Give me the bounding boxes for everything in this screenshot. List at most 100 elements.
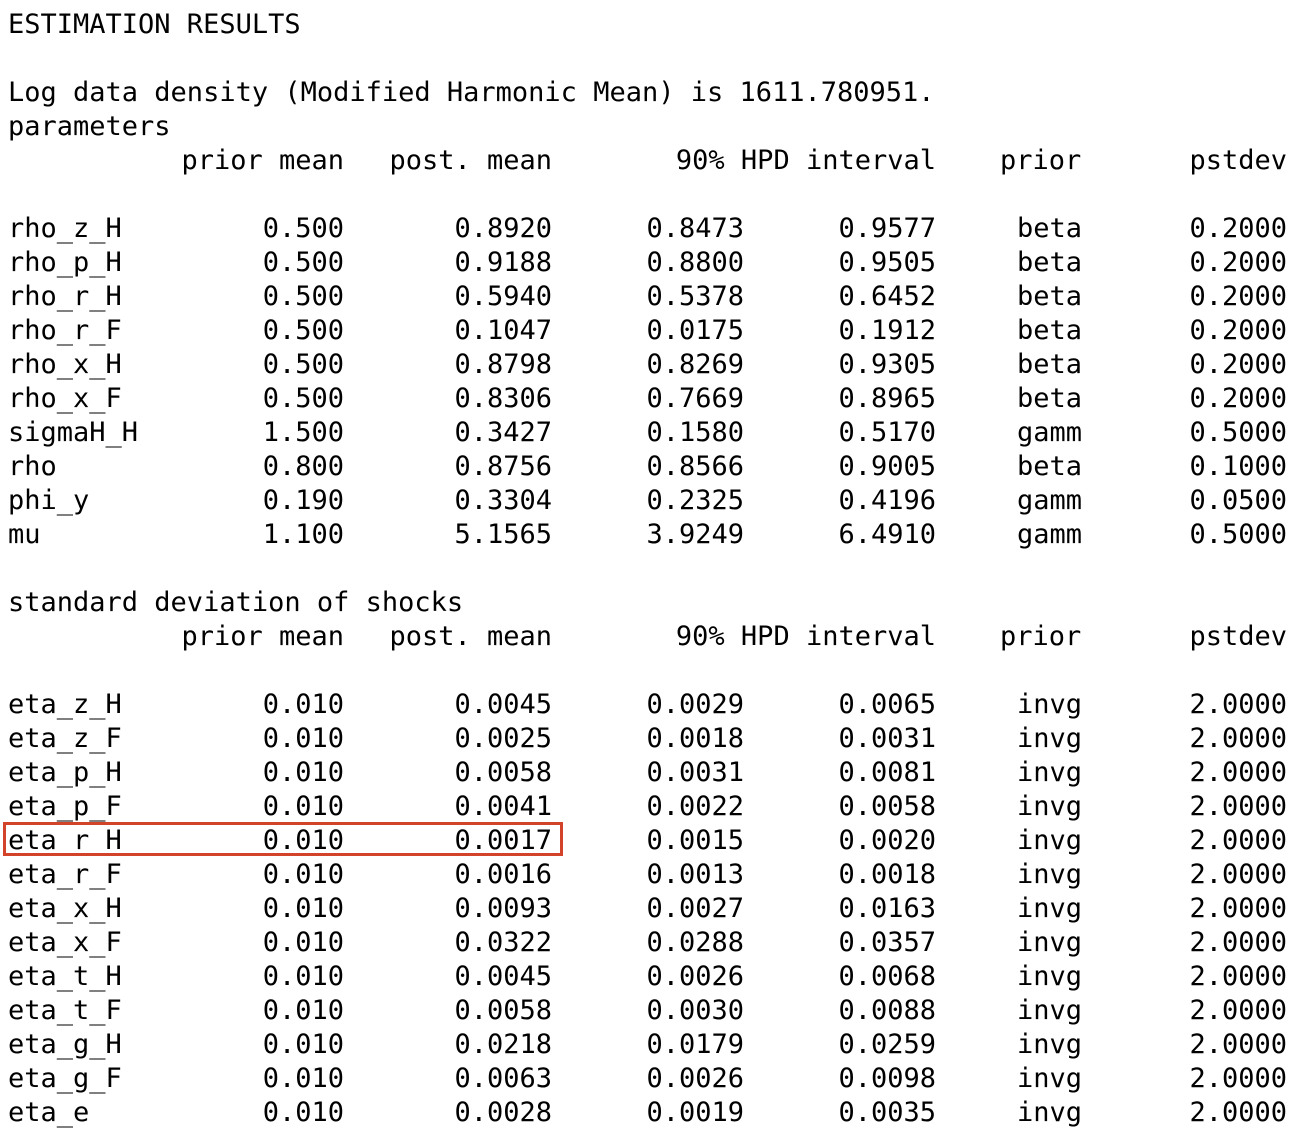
col-header-prior-mean: prior mean xyxy=(181,621,344,652)
prior-mean-value: 0.190 xyxy=(262,485,344,516)
prior-mean-value: 0.010 xyxy=(262,961,344,992)
pstdev-value: 2.0000 xyxy=(1189,893,1287,924)
hpd-lower-value: 0.2325 xyxy=(646,485,744,516)
table-row: eta_z_F 0.010 0.0025 0.0018 0.0031 invg 2.0000 xyxy=(8,722,1298,756)
hpd-lower-value: 0.0019 xyxy=(646,1097,744,1128)
hpd-upper-value: 0.9505 xyxy=(838,247,936,278)
pstdev-value: 0.5000 xyxy=(1189,519,1287,550)
hpd-upper-value: 0.0018 xyxy=(838,859,936,890)
prior-dist-value: invg xyxy=(1017,1097,1083,1128)
prior-mean-value: 0.500 xyxy=(262,281,344,312)
table-row: eta_g_H 0.010 0.0218 0.0179 0.0259 invg 2.0000 xyxy=(8,1028,1298,1062)
pstdev-value: 2.0000 xyxy=(1189,961,1287,992)
shocks-section-label: standard deviation of shocks xyxy=(8,587,464,618)
prior-dist-value: gamm xyxy=(1017,417,1083,448)
hpd-upper-value: 0.1912 xyxy=(838,315,936,346)
prior-dist-value: beta xyxy=(1017,349,1083,380)
col-header-prior-mean: prior mean xyxy=(181,145,344,176)
hpd-lower-value: 0.0013 xyxy=(646,859,744,890)
parameters-section-label: parameters xyxy=(8,111,171,142)
row-name: eta_z_F xyxy=(8,723,122,754)
hpd-upper-value: 0.0259 xyxy=(838,1029,936,1060)
prior-dist-value: invg xyxy=(1017,893,1083,924)
post-mean-value: 0.0016 xyxy=(454,859,552,890)
prior-mean-value: 0.500 xyxy=(262,247,344,278)
hpd-upper-value: 0.0088 xyxy=(838,995,936,1026)
prior-mean-value: 1.500 xyxy=(262,417,344,448)
hpd-upper-value: 6.4910 xyxy=(838,519,936,550)
results-title: ESTIMATION RESULTS xyxy=(8,9,301,40)
hpd-lower-value: 0.8800 xyxy=(646,247,744,278)
post-mean-value: 0.8798 xyxy=(454,349,552,380)
hpd-lower-value: 0.0029 xyxy=(646,689,744,720)
prior-mean-value: 0.010 xyxy=(262,1063,344,1094)
row-name: sigmaH_H xyxy=(8,417,139,448)
row-name: eta_p_H xyxy=(8,757,122,788)
prior-mean-value: 0.500 xyxy=(262,315,344,346)
hpd-lower-value: 0.0027 xyxy=(646,893,744,924)
row-name: eta_r_F xyxy=(8,859,122,890)
row-name: rho_r_F xyxy=(8,315,122,346)
post-mean-value: 0.0322 xyxy=(454,927,552,958)
hpd-upper-value: 0.0035 xyxy=(838,1097,936,1128)
hpd-lower-value: 0.8269 xyxy=(646,349,744,380)
hpd-lower-value: 0.0179 xyxy=(646,1029,744,1060)
hpd-upper-value: 0.0058 xyxy=(838,791,936,822)
prior-dist-value: beta xyxy=(1017,451,1083,482)
hpd-upper-value: 0.0098 xyxy=(838,1063,936,1094)
pstdev-value: 0.2000 xyxy=(1189,349,1287,380)
prior-dist-value: beta xyxy=(1017,247,1083,278)
row-name: eta_t_H xyxy=(8,961,122,992)
shocks-header-row: prior mean post. mean 90% HPD interval p… xyxy=(8,620,1298,654)
prior-dist-value: invg xyxy=(1017,927,1083,958)
table-row: eta_x_F 0.010 0.0322 0.0288 0.0357 invg 2.0000 xyxy=(8,926,1298,960)
table-row: eta_g_F 0.010 0.0063 0.0026 0.0098 invg 2.0000 xyxy=(8,1062,1298,1096)
prior-mean-value: 0.500 xyxy=(262,349,344,380)
pstdev-value: 0.1000 xyxy=(1189,451,1287,482)
col-header-pstdev: pstdev xyxy=(1189,145,1287,176)
pstdev-value: 0.2000 xyxy=(1189,213,1287,244)
prior-mean-value: 0.010 xyxy=(262,791,344,822)
col-header-post-mean: post. mean xyxy=(389,621,552,652)
prior-mean-value: 0.010 xyxy=(262,689,344,720)
post-mean-value: 0.0045 xyxy=(454,689,552,720)
prior-mean-value: 0.500 xyxy=(262,213,344,244)
prior-dist-value: invg xyxy=(1017,1063,1083,1094)
hpd-upper-value: 0.6452 xyxy=(838,281,936,312)
col-header-hpd-interval: 90% HPD interval xyxy=(675,145,936,176)
post-mean-value: 0.8756 xyxy=(454,451,552,482)
table-row: rho_x_H 0.500 0.8798 0.8269 0.9305 beta 0.2000 xyxy=(8,348,1298,382)
hpd-upper-value: 0.0020 xyxy=(838,825,936,856)
row-name: eta_x_H xyxy=(8,893,122,924)
col-header-post-mean: post. mean xyxy=(389,145,552,176)
post-mean-value: 0.3427 xyxy=(454,417,552,448)
row-name: eta_x_F xyxy=(8,927,122,958)
post-mean-value: 0.5940 xyxy=(454,281,552,312)
pstdev-value: 0.0500 xyxy=(1189,485,1287,516)
table-row: eta_e 0.010 0.0028 0.0019 0.0035 invg 2.0000 xyxy=(8,1096,1298,1130)
prior-dist-value: gamm xyxy=(1017,485,1083,516)
prior-mean-value: 0.010 xyxy=(262,757,344,788)
table-row: rho 0.800 0.8756 0.8566 0.9005 beta 0.1000 xyxy=(8,450,1298,484)
col-header-hpd-interval: 90% HPD interval xyxy=(675,621,936,652)
pstdev-value: 2.0000 xyxy=(1189,927,1287,958)
table-row: sigmaH_H 1.500 0.3427 0.1580 0.5170 gamm 0.500… xyxy=(8,416,1298,450)
post-mean-value: 0.0058 xyxy=(454,995,552,1026)
hpd-upper-value: 0.0357 xyxy=(838,927,936,958)
hpd-lower-value: 0.0015 xyxy=(646,825,744,856)
table-row: rho_z_H 0.500 0.8920 0.8473 0.9577 beta 0.2000 xyxy=(8,212,1298,246)
table-row: eta_r_F 0.010 0.0016 0.0013 0.0018 invg 2.0000 xyxy=(8,858,1298,892)
row-name: eta_r_H xyxy=(8,825,122,856)
row-name: rho_x_H xyxy=(8,349,122,380)
hpd-upper-value: 0.0031 xyxy=(838,723,936,754)
row-name: eta_g_F xyxy=(8,1063,122,1094)
hpd-lower-value: 0.0288 xyxy=(646,927,744,958)
prior-mean-value: 0.010 xyxy=(262,859,344,890)
table-row: eta_t_H 0.010 0.0045 0.0026 0.0068 invg 2.0000 xyxy=(8,960,1298,994)
post-mean-value: 0.8920 xyxy=(454,213,552,244)
pstdev-value: 2.0000 xyxy=(1189,689,1287,720)
post-mean-value: 0.0041 xyxy=(454,791,552,822)
table-row: rho_p_H 0.500 0.9188 0.8800 0.9505 beta 0.2000 xyxy=(8,246,1298,280)
prior-mean-value: 0.010 xyxy=(262,723,344,754)
col-header-prior: prior xyxy=(1000,145,1082,176)
